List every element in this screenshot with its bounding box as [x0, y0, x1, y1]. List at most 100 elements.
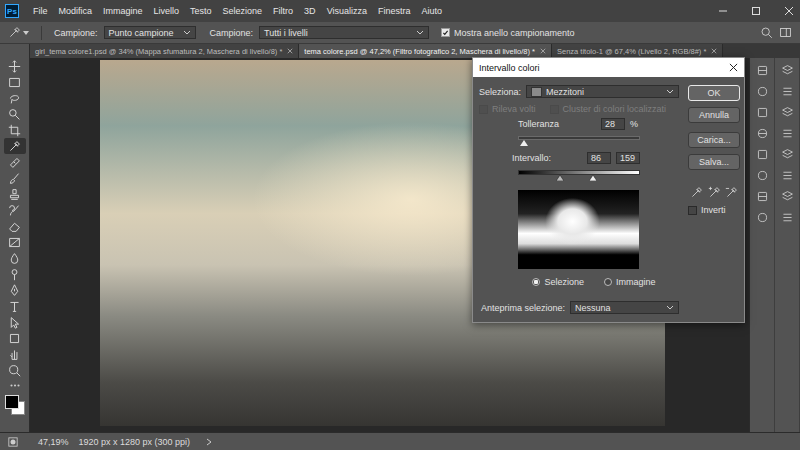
quick-mask-icon[interactable]: [8, 437, 18, 447]
select-row: Seleziona:Mezzitoni: [479, 85, 679, 98]
chevron-right-icon[interactable]: [206, 438, 212, 446]
range-low-input[interactable]: 86: [587, 152, 611, 164]
tool-button[interactable]: [4, 170, 26, 186]
view-radio[interactable]: Selezione: [532, 277, 584, 287]
learn-panel-icon[interactable]: [756, 106, 769, 119]
document-tab[interactable]: tema colore.psd @ 47,2% (Filtro fotograf…: [299, 44, 552, 58]
menu-item[interactable]: Finestra: [378, 6, 411, 16]
tool-button[interactable]: [4, 266, 26, 282]
slider-thumb-icon[interactable]: [589, 175, 597, 181]
chevron-down-icon: [666, 89, 674, 94]
tool-button[interactable]: [4, 202, 26, 218]
info-panel-icon[interactable]: [781, 127, 794, 140]
menu-item[interactable]: Visualizza: [327, 6, 367, 16]
tool-button[interactable]: [4, 314, 26, 330]
sample-size-select[interactable]: Punto campione: [104, 26, 196, 39]
view-radio[interactable]: Immagine: [604, 277, 656, 287]
properties-panel-icon[interactable]: [781, 106, 794, 119]
minimize-icon[interactable]: [718, 6, 728, 16]
tool-preset-picker[interactable]: [8, 26, 29, 39]
menu-item[interactable]: Immagine: [103, 6, 143, 16]
layers-panel-icon[interactable]: [781, 64, 794, 77]
slider-thumb-icon[interactable]: [520, 140, 528, 146]
paths-panel-icon[interactable]: [756, 190, 769, 203]
select-dropdown[interactable]: Mezzitoni: [526, 85, 679, 98]
close-tab-icon[interactable]: [711, 48, 717, 54]
close-icon[interactable]: [729, 63, 738, 72]
range-high-input[interactable]: 159: [616, 152, 640, 164]
eyedropper-minus-icon[interactable]: [725, 186, 738, 199]
close-icon[interactable]: [784, 6, 794, 16]
close-tab-icon[interactable]: [287, 48, 293, 54]
tool-button[interactable]: [4, 90, 26, 106]
tool-button[interactable]: [4, 362, 26, 378]
sampling-ring-checkbox[interactable]: Mostra anello campionamento: [441, 28, 575, 38]
tool-button[interactable]: [4, 138, 26, 154]
foreground-color-swatch[interactable]: [5, 395, 19, 409]
character-panel-icon[interactable]: [781, 148, 794, 161]
sampling-ring-label: Mostra anello campionamento: [454, 28, 575, 38]
sample-select[interactable]: Tutti i livelli: [259, 26, 429, 39]
libraries-panel-icon[interactable]: [756, 127, 769, 140]
type-tool-icon: [8, 300, 21, 313]
menu-item[interactable]: 3D: [304, 6, 316, 16]
color-swatches[interactable]: [5, 395, 25, 415]
color-panel-icon[interactable]: [756, 64, 769, 77]
menu-item[interactable]: File: [33, 6, 48, 16]
tool-button[interactable]: [4, 122, 26, 138]
checkbox-box: [688, 206, 697, 215]
eyedropper-icon[interactable]: [690, 186, 703, 199]
tolerance-slider[interactable]: [518, 136, 640, 140]
menu-item[interactable]: Testo: [190, 6, 212, 16]
dialog-button[interactable]: Carica...: [688, 132, 740, 148]
dialog-button[interactable]: Salva...: [688, 154, 740, 170]
adjustments-panel-icon[interactable]: [756, 148, 769, 161]
dialog-title-bar[interactable]: Intervallo colori: [473, 58, 744, 77]
radio-label: Immagine: [616, 277, 656, 287]
tool-button[interactable]: [4, 234, 26, 250]
tool-button[interactable]: [4, 58, 26, 74]
more-tools-icon[interactable]: [8, 382, 22, 389]
tool-button[interactable]: [4, 218, 26, 234]
tool-button[interactable]: [4, 330, 26, 346]
swatches-panel-icon[interactable]: [756, 85, 769, 98]
sample-size-label: Campione:: [54, 28, 98, 38]
menu-item[interactable]: Selezione: [223, 6, 263, 16]
range-slider[interactable]: [518, 170, 640, 175]
tool-button[interactable]: [4, 298, 26, 314]
tool-button[interactable]: [4, 186, 26, 202]
maximize-icon[interactable]: [751, 6, 761, 16]
dialog-button[interactable]: Annulla: [688, 107, 740, 123]
eyedropper-plus-icon[interactable]: [708, 186, 721, 199]
menu-item[interactable]: Aiuto: [422, 6, 443, 16]
channels-panel-icon[interactable]: [756, 211, 769, 224]
document-tab[interactable]: Senza titolo-1 @ 67,4% (Livello 2, RGB/8…: [552, 44, 723, 58]
tool-button[interactable]: [4, 282, 26, 298]
tool-button[interactable]: [4, 106, 26, 122]
menu-item[interactable]: Livello: [154, 6, 180, 16]
tolerance-input[interactable]: 28: [601, 118, 625, 130]
paragraph-panel-icon[interactable]: [781, 169, 794, 182]
panel-strip: [775, 58, 800, 432]
tool-button[interactable]: [4, 74, 26, 90]
document-tab[interactable]: girl_tema colore1.psd @ 34% (Mappa sfuma…: [30, 44, 299, 58]
clone-panel-icon[interactable]: [781, 211, 794, 224]
tool-button[interactable]: [4, 154, 26, 170]
tool-button[interactable]: [4, 346, 26, 362]
styles-panel-icon[interactable]: [756, 169, 769, 182]
healing-tool-icon: [8, 156, 21, 169]
zoom-level[interactable]: 47,19%: [38, 437, 69, 447]
menu-item[interactable]: Filtro: [273, 6, 293, 16]
history-panel-icon[interactable]: [781, 85, 794, 98]
tool-button[interactable]: [4, 250, 26, 266]
brushes-panel-icon[interactable]: [781, 190, 794, 203]
preview-dropdown[interactable]: Nessuna: [570, 301, 679, 314]
invert-checkbox[interactable]: Inverti: [688, 205, 740, 215]
menu-item[interactable]: Modifica: [59, 6, 93, 16]
dialog-button[interactable]: OK: [688, 85, 740, 101]
search-icon[interactable]: [760, 26, 773, 39]
close-tab-icon[interactable]: [540, 48, 546, 54]
workspace-icon[interactable]: [779, 26, 792, 39]
slider-thumb-icon[interactable]: [556, 175, 564, 181]
selection-preview[interactable]: [518, 190, 639, 269]
